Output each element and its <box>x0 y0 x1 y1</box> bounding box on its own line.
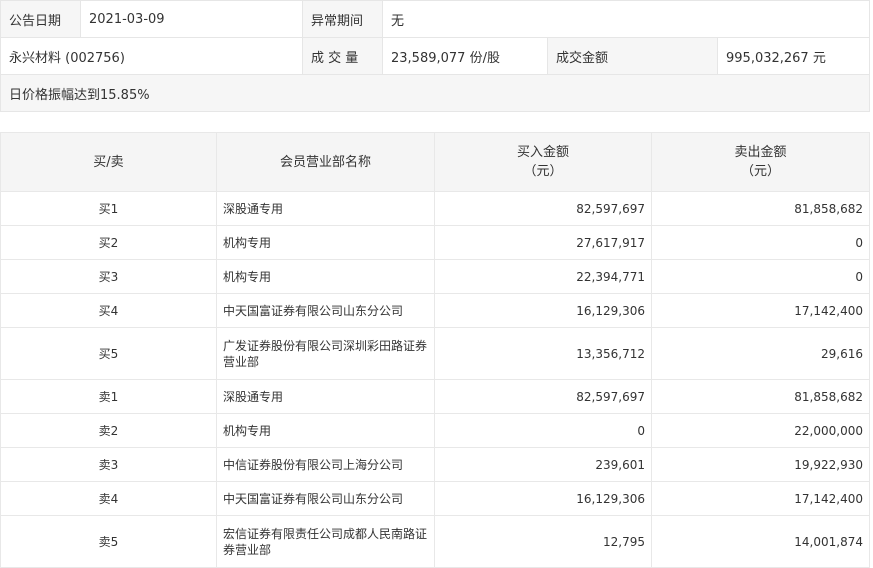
header-sell-amount-line1: 卖出金额 <box>734 145 787 160</box>
row-broker: 机构专用 <box>216 259 435 294</box>
broker-trading-table: 买/卖 会员营业部名称 买入金额 （元） 卖出金额 （元） 买1 深股通专用 82,… <box>0 132 870 568</box>
row-sell-amount: 14,001,874 <box>651 515 870 568</box>
row-side: 买2 <box>0 225 217 260</box>
table-row: 买2 机构专用 27,617,917 0 <box>0 225 870 260</box>
row-sell-amount: 17,142,400 <box>651 293 870 328</box>
row-sell-amount: 0 <box>651 259 870 294</box>
row-buy-amount: 16,129,306 <box>434 293 652 328</box>
row-sell-amount: 19,922,930 <box>651 447 870 482</box>
row-broker: 深股通专用 <box>216 191 435 226</box>
row-side: 买1 <box>0 191 217 226</box>
row-broker: 中信证券股份有限公司上海分公司 <box>216 447 435 482</box>
table-row: 买4 中天国富证券有限公司山东分公司 16,129,306 17,142,400 <box>0 293 870 328</box>
row-sell-amount: 81,858,682 <box>651 191 870 226</box>
row-side: 卖4 <box>0 481 217 516</box>
row-side: 卖2 <box>0 413 217 448</box>
row-broker: 广发证券股份有限公司深圳彩田路证券营业部 <box>216 327 435 380</box>
abnormal-period-label: 异常期间 <box>302 0 383 38</box>
announcement-info-table: 公告日期 2021-03-09 异常期间 无 永兴材料 (002756) 成 交… <box>0 0 871 112</box>
volume-label: 成 交 量 <box>302 37 383 75</box>
row-buy-amount: 0 <box>434 413 652 448</box>
row-buy-amount: 13,356,712 <box>434 327 652 380</box>
table-row: 卖3 中信证券股份有限公司上海分公司 239,601 19,922,930 <box>0 447 870 482</box>
row-side: 卖3 <box>0 447 217 482</box>
table-row: 卖2 机构专用 0 22,000,000 <box>0 413 870 448</box>
abnormal-reason: 日价格振幅达到15.85% <box>0 74 871 112</box>
amount-value: 995,032,267 元 <box>716 37 871 75</box>
abnormal-period-value: 无 <box>381 0 871 38</box>
header-buy-amount-line1: 买入金额 <box>516 145 569 160</box>
table-row: 买3 机构专用 22,394,771 0 <box>0 259 870 294</box>
stock-name: 永兴材料 (002756) <box>0 37 303 75</box>
row-side: 买5 <box>0 327 217 380</box>
header-buy-amount-unit: （元） <box>523 164 563 179</box>
table-row: 卖1 深股通专用 82,597,697 81,858,682 <box>0 379 870 414</box>
row-buy-amount: 22,394,771 <box>434 259 652 294</box>
row-broker: 宏信证券有限责任公司成都人民南路证券营业部 <box>216 515 435 568</box>
row-side: 买4 <box>0 293 217 328</box>
row-broker: 中天国富证券有限公司山东分公司 <box>216 293 435 328</box>
row-buy-amount: 82,597,697 <box>434 379 652 414</box>
table-row: 卖4 中天国富证券有限公司山东分公司 16,129,306 17,142,400 <box>0 481 870 516</box>
table-row: 买5 广发证券股份有限公司深圳彩田路证券营业部 13,356,712 29,61… <box>0 327 870 380</box>
row-sell-amount: 17,142,400 <box>651 481 870 516</box>
row-broker: 机构专用 <box>216 225 435 260</box>
table-row: 卖5 宏信证券有限责任公司成都人民南路证券营业部 12,795 14,001,8… <box>0 515 870 568</box>
volume-value: 23,589,077 份/股 <box>382 37 548 75</box>
header-side: 买/卖 <box>0 132 217 192</box>
row-buy-amount: 16,129,306 <box>434 481 652 516</box>
row-broker: 中天国富证券有限公司山东分公司 <box>216 481 435 516</box>
table-header-row: 买/卖 会员营业部名称 买入金额 （元） 卖出金额 （元） <box>0 132 870 192</box>
row-buy-amount: 12,795 <box>434 515 652 568</box>
row-sell-amount: 29,616 <box>651 327 870 380</box>
announce-date-value: 2021-03-09 <box>80 0 303 38</box>
row-side: 卖1 <box>0 379 217 414</box>
row-side: 买3 <box>0 259 217 294</box>
row-sell-amount: 0 <box>651 225 870 260</box>
header-sell-amount: 卖出金额 （元） <box>651 132 870 192</box>
row-broker: 深股通专用 <box>216 379 435 414</box>
header-buy-amount: 买入金额 （元） <box>434 132 652 192</box>
row-sell-amount: 22,000,000 <box>651 413 870 448</box>
row-buy-amount: 82,597,697 <box>434 191 652 226</box>
row-sell-amount: 81,858,682 <box>651 379 870 414</box>
table-row: 买1 深股通专用 82,597,697 81,858,682 <box>0 191 870 226</box>
header-broker: 会员营业部名称 <box>216 132 435 192</box>
amount-label: 成交金额 <box>547 37 718 75</box>
announce-date-label: 公告日期 <box>0 0 81 38</box>
row-buy-amount: 27,617,917 <box>434 225 652 260</box>
row-broker: 机构专用 <box>216 413 435 448</box>
row-side: 卖5 <box>0 515 217 568</box>
header-sell-amount-unit: （元） <box>740 164 780 179</box>
row-buy-amount: 239,601 <box>434 447 652 482</box>
